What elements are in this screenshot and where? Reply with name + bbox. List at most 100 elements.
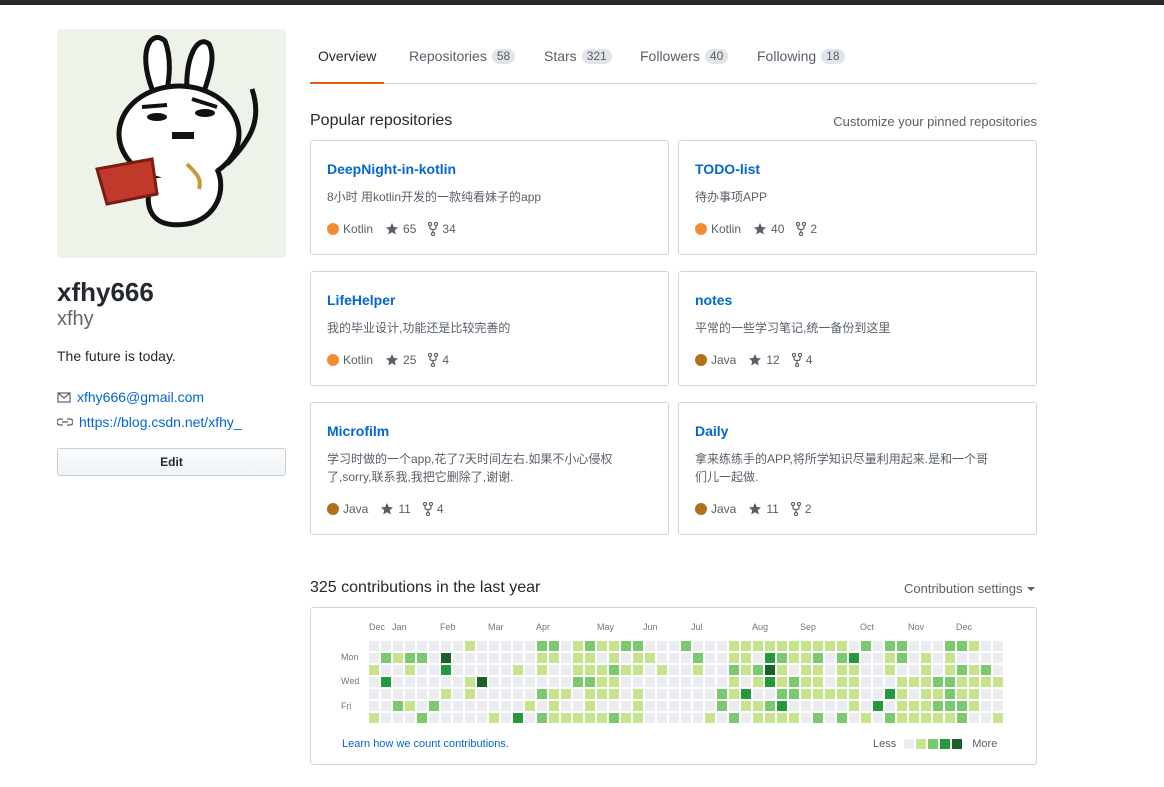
avatar[interactable] [57,29,286,258]
fork-icon [428,222,442,236]
profile-website-text[interactable]: https://blog.csdn.net/xfhy_ [79,413,242,431]
tab-followers-label: Followers [640,48,700,64]
tab-stars-count: 321 [581,49,612,64]
language-color-dot [327,354,339,366]
repo-stars-count: 11 [398,502,411,516]
customize-pins-link[interactable]: Customize your pinned repositories [833,114,1037,130]
fork-icon [796,222,810,236]
repo-stars-count: 40 [771,222,785,236]
profile-website[interactable]: https://blog.csdn.net/xfhy_ [57,413,242,431]
contribution-legend: Less More [873,737,997,751]
repo-stars-count: 11 [766,502,779,516]
repo-stars-count: 25 [403,353,417,367]
repo-forks-count: 2 [804,502,812,516]
tab-overview[interactable]: Overview [310,40,385,84]
profile-email[interactable]: xfhy666@gmail.com [57,388,204,406]
weekday-label: Mon [341,652,359,662]
star-icon [748,502,766,516]
repo-forks-count: 4 [436,502,444,516]
repo-language-label: Java [711,502,737,516]
language-color-dot [327,223,339,235]
repo-name-link[interactable]: LifeHelper [327,292,395,308]
month-label: Jun [643,622,658,632]
tab-repositories[interactable]: Repositories 58 [401,40,523,84]
month-label: Dec [369,622,386,632]
repo-name-link[interactable]: TODO-list [695,161,760,177]
popular-repos-title: Popular repositories [310,112,453,129]
repo-forks[interactable]: 4 [428,352,449,368]
repo-forks[interactable]: 2 [790,501,812,517]
repo-card: Daily 拿来练练手的APP,将所学知识尽量利用起来.是和一个哥们儿一起做. Ja… [678,402,1037,535]
repo-stars[interactable]: 12 [748,352,780,368]
tab-following[interactable]: Following 18 [749,40,853,84]
profile-bio: The future is today. [57,348,176,364]
repo-stars[interactable]: 25 [385,352,416,368]
caret-down-icon [1026,587,1035,591]
legend-level-3 [940,739,951,749]
repo-language-label: Kotlin [343,353,374,367]
fork-icon [790,502,805,516]
repo-forks[interactable]: 2 [796,221,817,237]
profile-username: xfhy [57,308,94,330]
month-label: Oct [860,622,875,632]
repo-language-label: Java [711,353,737,367]
repo-card: DeepNight-in-kotlin 8小时 用kotlin开发的一款纯看妹子的… [310,140,669,255]
star-icon [385,353,403,367]
repo-forks[interactable]: 34 [428,221,456,237]
fork-icon [428,353,442,367]
repo-language-label: Java [343,502,369,516]
repo-language: Kotlin [695,221,741,237]
month-label: Jan [392,622,407,632]
month-label: Mar [488,622,504,632]
edit-profile-button[interactable]: Edit [57,448,286,476]
repo-stars[interactable]: 11 [748,501,779,517]
learn-contributions-link[interactable]: Learn how we count contributions. [342,737,509,751]
repo-stars[interactable]: 11 [380,501,411,517]
contribution-settings-dropdown[interactable]: Contribution settings [904,581,1035,597]
repo-stars[interactable]: 65 [385,221,416,237]
repo-description: 拿来练练手的APP,将所学知识尽量利用起来.是和一个哥们儿一起做. [695,452,989,484]
tab-repositories-count: 58 [491,49,516,64]
repo-name-link[interactable]: notes [695,292,732,308]
repo-description: 我的毕业设计,功能还是比较完善的 [327,321,511,335]
month-label: Dec [956,622,973,632]
mail-icon [57,392,71,403]
month-label: Nov [908,622,925,632]
repo-stars[interactable]: 40 [753,221,784,237]
link-icon [57,418,73,426]
month-label: Feb [440,622,456,632]
legend-less: Less [873,738,897,750]
fork-icon [422,502,437,516]
tab-stars-label: Stars [544,48,577,64]
contributions-title: 325 contributions in the last year [310,579,541,596]
repo-name-link[interactable]: Microfilm [327,423,389,439]
contribution-settings-label: Contribution settings [904,581,1023,596]
month-label: Sep [800,622,817,632]
repo-language: Java [327,501,368,517]
language-color-dot [695,223,707,235]
repo-name-link[interactable]: DeepNight-in-kotlin [327,161,456,177]
repo-forks-count: 34 [442,222,456,236]
weekday-label: Wed [341,676,360,686]
repo-language: Java [695,501,736,517]
profile-email-text[interactable]: xfhy666@gmail.com [77,388,204,406]
repo-forks[interactable]: 4 [791,352,813,368]
legend-level-2 [928,739,939,749]
repo-forks[interactable]: 4 [422,501,444,517]
tab-followers[interactable]: Followers 40 [632,40,736,84]
repo-language: Java [695,352,736,368]
legend-more: More [972,738,998,750]
repo-language-label: Kotlin [343,222,374,236]
profile-tabs: Overview Repositories 58 Stars 321 Follo… [310,40,1037,84]
tab-stars[interactable]: Stars 321 [536,40,620,84]
repo-language-label: Kotlin [711,222,742,236]
repo-meta: Kotlin 65 34 [327,221,468,237]
repo-description: 学习时做的一个app,花了7天时间左右.如果不小心侵权了,sorry,联系我,我… [327,452,613,484]
repo-forks-count: 2 [810,222,818,236]
repo-forks-count: 4 [805,353,813,367]
repo-meta: Kotlin 25 4 [327,352,461,368]
repo-stars-count: 12 [766,353,780,367]
month-label: Aug [752,622,769,632]
language-color-dot [327,503,339,515]
repo-name-link[interactable]: Daily [695,423,728,439]
